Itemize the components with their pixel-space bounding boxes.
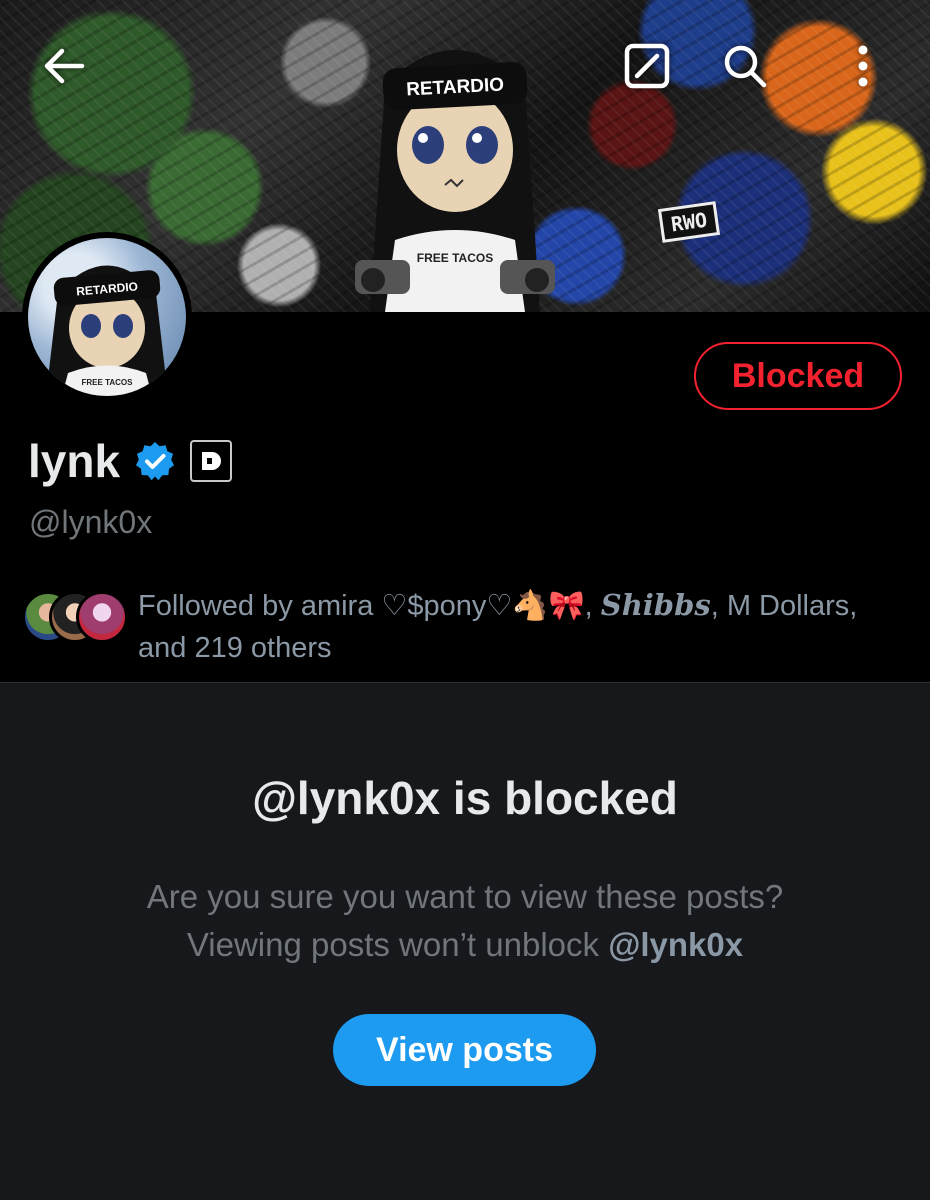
followed-by-prefix: Followed by	[138, 590, 301, 622]
blocked-subtitle-handle: @lynk0x	[608, 926, 744, 963]
share-icon	[624, 43, 670, 89]
share-button[interactable]	[617, 36, 677, 96]
followed-by-text: Followed by amira ♡$pony♡🐴🎀, Shibbs, M D…	[138, 584, 912, 669]
name-row: lynk	[28, 433, 233, 489]
avatar-image: RETARDIO FREE TACOS	[28, 238, 186, 396]
verified-badge-icon[interactable]	[134, 440, 176, 482]
followed-by-section[interactable]: Followed by amira ♡$pony♡🐴🎀, Shibbs, M D…	[22, 584, 912, 669]
back-button[interactable]	[34, 36, 94, 96]
follower-name: Shibbs	[600, 588, 711, 622]
affiliate-badge-icon[interactable]	[190, 440, 233, 482]
blocked-subtitle-line1: Are you sure you want to view these post…	[146, 878, 784, 915]
blocked-subtitle: Are you sure you want to view these post…	[0, 873, 930, 969]
view-posts-button[interactable]: View posts	[333, 1014, 596, 1086]
more-options-button[interactable]	[833, 36, 893, 96]
search-button[interactable]	[715, 36, 775, 96]
blocked-button[interactable]: Blocked	[694, 342, 902, 410]
follower-avatar	[76, 591, 128, 643]
shirt-text: FREE TACOS	[417, 251, 493, 265]
profile-handle: @lynk0x	[29, 504, 153, 540]
separator: ,	[710, 590, 727, 622]
avatar-shirt-text: FREE TACOS	[82, 378, 134, 387]
search-icon	[724, 45, 767, 88]
separator: ,	[584, 590, 601, 622]
blocked-notice-panel: @lynk0x is blocked Are you sure you want…	[0, 682, 930, 1200]
follower-name: M Dollars	[726, 590, 850, 622]
affiliate-logo-icon	[202, 452, 222, 470]
follower-avatars	[22, 591, 130, 647]
banner-character-illustration: RETARDIO FREE TACOS	[355, 50, 555, 312]
profile-avatar[interactable]: RETARDIO FREE TACOS	[22, 232, 192, 402]
follower-name: amira ♡$pony♡🐴🎀	[300, 590, 585, 622]
banner-tag: RWO	[657, 201, 721, 243]
display-name: lynk	[28, 435, 121, 487]
blocked-subtitle-line2-prefix: Viewing posts won’t unblock	[186, 926, 609, 963]
blocked-title: @lynk0x is blocked	[252, 772, 678, 824]
arrow-left-icon	[44, 48, 85, 84]
more-vertical-icon	[858, 45, 868, 87]
avatar-character-illustration: RETARDIO FREE TACOS	[46, 265, 168, 396]
